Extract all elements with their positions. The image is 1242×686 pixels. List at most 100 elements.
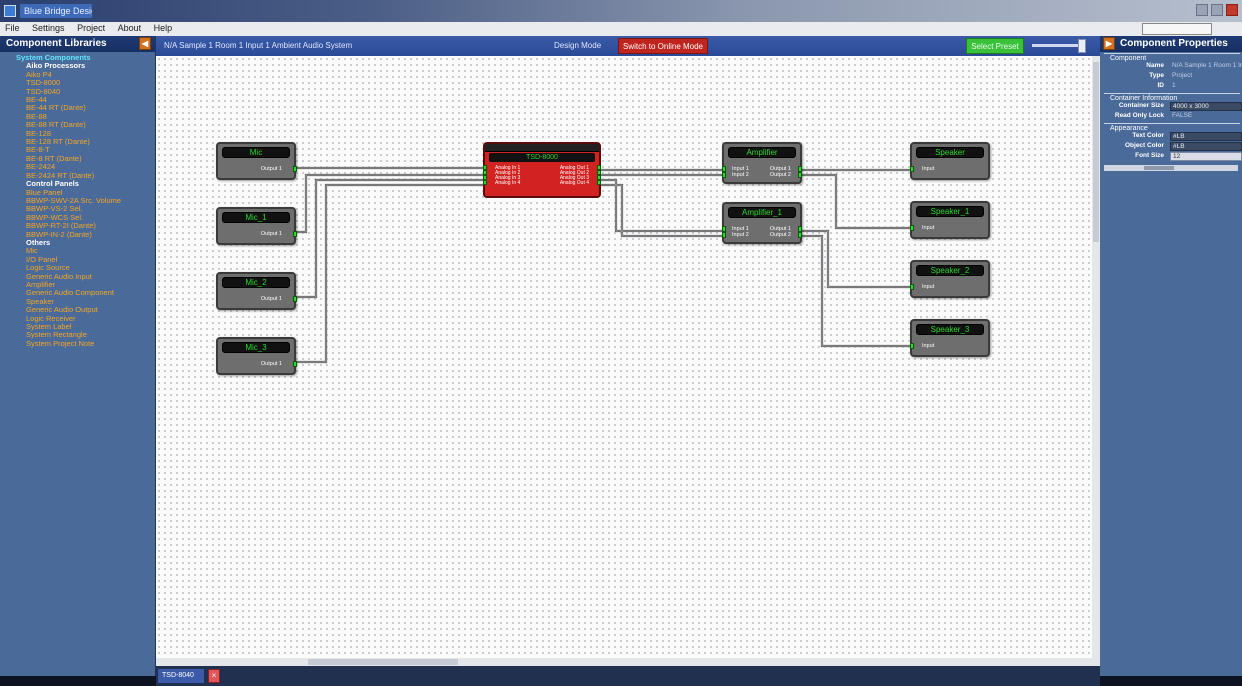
property-value[interactable]: 1 — [1170, 82, 1242, 91]
property-group-title[interactable]: Appearance — [1104, 123, 1240, 132]
mic-node[interactable]: Mic_1 Output 1 — [216, 207, 297, 245]
property-value[interactable]: Project — [1170, 72, 1242, 81]
tree-item[interactable]: System Project Note — [6, 339, 155, 348]
scroll-thumb[interactable] — [308, 659, 458, 665]
amplifier-node[interactable]: Amplifier Input 1 Input 2 Output 1 Outpu… — [722, 142, 802, 184]
collapse-left-icon[interactable]: ◀ — [139, 37, 151, 50]
mode-label: Design Mode — [554, 41, 602, 50]
port-label: Output 2 — [769, 232, 791, 238]
design-canvas[interactable]: Mic Output 1 Mic_1 Output 1 Mic_2 Output… — [156, 56, 1100, 666]
vertical-scrollbar[interactable] — [1092, 56, 1100, 666]
output-port[interactable] — [798, 172, 802, 178]
output-port[interactable] — [293, 296, 297, 302]
property-row: Name N/A Sample 1 Room 1 Input 1 — [1104, 62, 1242, 72]
maximize-button[interactable] — [1211, 4, 1223, 16]
node-title: Mic_2 — [222, 277, 290, 288]
wire-dsp-amp2 — [598, 178, 728, 233]
title-bar: Blue Bridge Designer — [0, 0, 1242, 22]
property-row: Font Size 12 — [1104, 152, 1242, 162]
input-port[interactable] — [483, 180, 487, 185]
property-label: Text Color — [1132, 132, 1164, 139]
close-button[interactable] — [1226, 4, 1238, 16]
output-port[interactable] — [293, 361, 297, 367]
wire-mic3-dsp — [290, 183, 486, 364]
property-value[interactable]: #LB — [1170, 132, 1242, 141]
property-label: ID — [1157, 82, 1165, 89]
port-label: Input 2 — [732, 172, 749, 178]
output-port[interactable] — [798, 232, 802, 238]
horizontal-scrollbar[interactable] — [156, 658, 1092, 666]
speaker-node[interactable]: Speaker Input — [910, 142, 990, 180]
port-label: Output 1 — [260, 361, 282, 367]
node-title: Mic_1 — [222, 212, 290, 223]
property-label: Name — [1146, 62, 1164, 69]
scroll-thumb[interactable] — [1144, 166, 1174, 170]
dsp-header — [485, 144, 599, 152]
output-port[interactable] — [293, 231, 297, 237]
property-grid: ComponentName N/A Sample 1 Room 1 Input 1… — [1100, 53, 1242, 162]
mic-node[interactable]: Mic_2 Output 1 — [216, 272, 297, 310]
property-label: Read Only Lock — [1114, 112, 1164, 119]
menu-project[interactable]: Project — [72, 22, 110, 34]
property-value[interactable]: 4000 x 3000 — [1170, 102, 1242, 111]
input-port[interactable] — [910, 166, 914, 172]
input-port[interactable] — [910, 343, 914, 349]
property-value[interactable]: 12 — [1170, 152, 1242, 161]
menu-about[interactable]: About — [113, 22, 147, 34]
speaker-node[interactable]: Speaker_2 Input — [910, 260, 990, 298]
port-label: Output 1 — [260, 231, 282, 237]
document-tab[interactable]: TSD-8040 — [158, 669, 204, 683]
input-port[interactable] — [722, 172, 726, 178]
input-port[interactable] — [910, 284, 914, 290]
output-port[interactable] — [293, 166, 297, 172]
input-port[interactable] — [910, 225, 914, 231]
property-row: Type Project — [1104, 72, 1240, 82]
node-title: Amplifier — [728, 147, 796, 158]
property-value[interactable]: N/A Sample 1 Room 1 Input 1 — [1170, 62, 1242, 71]
select-preset-button[interactable]: Select Preset — [966, 38, 1024, 54]
port-label: Input — [922, 284, 935, 290]
wire-mic2-dsp — [290, 178, 486, 299]
profile-selector[interactable] — [1142, 23, 1212, 35]
property-row: Object Color #LB — [1104, 142, 1242, 152]
scroll-thumb[interactable] — [1093, 62, 1099, 242]
property-row: Container Size 4000 x 3000 — [1104, 102, 1242, 112]
property-value[interactable]: FALSE — [1170, 112, 1242, 121]
zoom-slider-knob[interactable] — [1078, 39, 1086, 53]
output-port[interactable] — [597, 180, 601, 185]
component-tree: System Components Aiko Processors Aiko P4… — [0, 52, 155, 348]
panel-title: Component Properties — [1120, 38, 1228, 49]
property-group: ComponentName N/A Sample 1 Room 1 Input 1… — [1104, 53, 1242, 92]
menu-settings[interactable]: Settings — [27, 22, 70, 34]
speaker-node[interactable]: Speaker_3 Input — [910, 319, 990, 357]
node-title: Speaker_1 — [916, 206, 984, 217]
property-label: Type — [1149, 72, 1164, 79]
speaker-node[interactable]: Speaker_1 Input — [910, 201, 990, 239]
port-label: Input — [922, 225, 935, 231]
port-label: Output 1 — [260, 166, 282, 172]
close-tab-icon[interactable]: × — [208, 669, 220, 683]
property-group-title[interactable]: Component — [1104, 53, 1240, 62]
mic-node[interactable]: Mic_3 Output 1 — [216, 337, 297, 375]
property-group-title[interactable]: Container Information — [1104, 93, 1240, 102]
menu-file[interactable]: File — [0, 22, 25, 34]
switch-online-button[interactable]: Switch to Online Mode — [618, 38, 708, 54]
app-icon — [4, 5, 16, 17]
property-value[interactable]: #LB — [1170, 142, 1242, 151]
node-title: Mic_3 — [222, 342, 290, 353]
panel-title: Component Libraries — [6, 38, 107, 49]
node-title: Speaker_2 — [916, 265, 984, 276]
amplifier-node[interactable]: Amplifier_1 Input 1 Input 2 Output 1 Out… — [722, 202, 802, 244]
menu-help[interactable]: Help — [149, 22, 178, 34]
collapse-right-icon[interactable]: ▶ — [1103, 37, 1115, 50]
zoom-slider[interactable] — [1032, 44, 1084, 47]
property-scrollbar[interactable] — [1104, 165, 1238, 171]
input-port[interactable] — [722, 232, 726, 238]
mic-node[interactable]: Mic Output 1 — [216, 142, 297, 180]
component-libraries-panel: Component Libraries ◀ System Components … — [0, 36, 156, 676]
node-title: Mic — [222, 147, 290, 158]
panel-header: Component Libraries ◀ — [0, 36, 155, 52]
dsp-node[interactable]: TSD-8000 Analog In 1 Analog In 2 Analog … — [483, 142, 601, 198]
property-row: Text Color #LB — [1104, 132, 1242, 142]
minimize-button[interactable] — [1196, 4, 1208, 16]
